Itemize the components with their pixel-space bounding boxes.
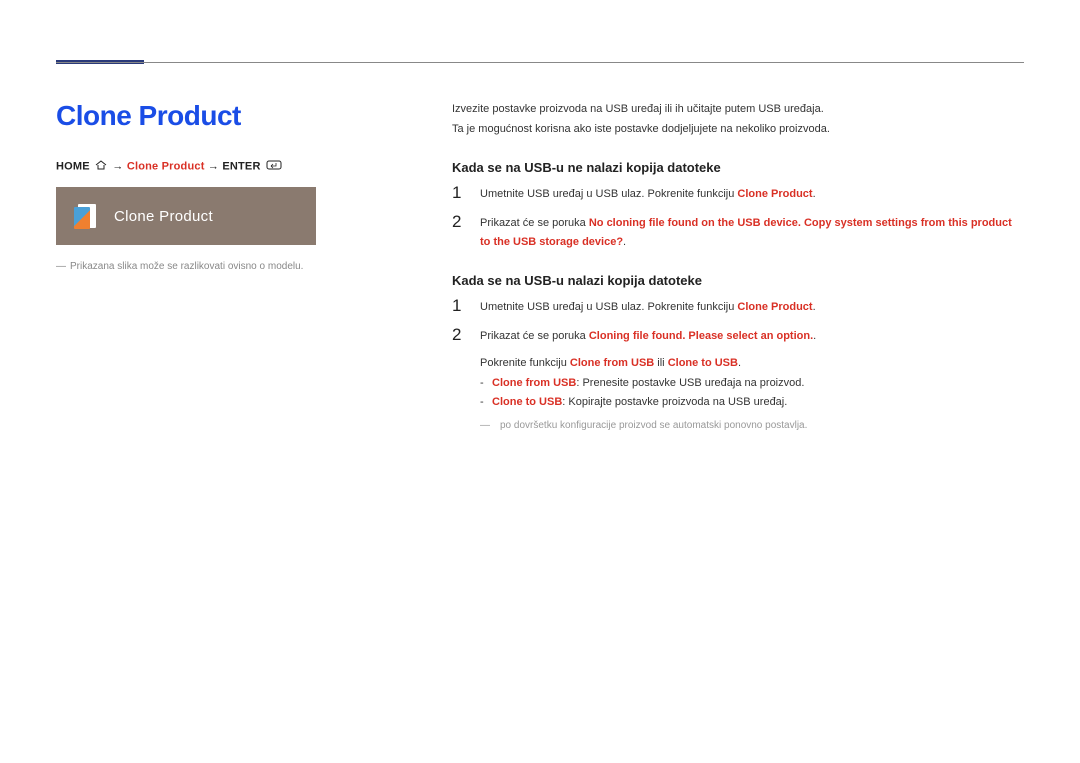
page-title: Clone Product: [56, 100, 346, 132]
breadcrumb-enter: ENTER: [222, 160, 260, 172]
top-horizontal-rule: [56, 62, 1024, 63]
breadcrumb-arrow-1: →: [112, 160, 123, 172]
intro-text: Izvezite postavke proizvoda na USB uređa…: [452, 100, 1024, 138]
right-column: Izvezite postavke proizvoda na USB uređa…: [452, 100, 1024, 435]
step-number-1: 1: [452, 183, 466, 204]
ui-mock-tile: Clone Product: [56, 187, 316, 245]
clone-product-icon: [74, 201, 100, 231]
step-number-2b: 2: [452, 325, 466, 346]
breadcrumb: HOME → Clone Product → ENTER: [56, 160, 346, 173]
breadcrumb-clone-product: Clone Product: [127, 160, 205, 172]
section1-step2: 2 Prikazat će se poruka No cloning file …: [452, 212, 1024, 251]
intro-line-2: Ta je mogućnost korisna ako iste postavk…: [452, 120, 1024, 139]
section2-bullet1: Clone from USB: Prenesite postavke USB u…: [480, 374, 1024, 394]
section2-heading: Kada se na USB-u nalazi kopija datoteke: [452, 273, 1024, 288]
breadcrumb-home: HOME: [56, 160, 90, 172]
section1-step1-body: Umetnite USB uređaj u USB ulaz. Pokrenit…: [480, 183, 816, 204]
left-column: Clone Product HOME → Clone Product → ENT…: [56, 100, 346, 272]
section1-step2-body: Prikazat će se poruka No cloning file fo…: [480, 212, 1024, 251]
section2-step1: 1 Umetnite USB uređaj u USB ulaz. Pokren…: [452, 296, 1024, 317]
section2-step2: 2 Prikazat će se poruka Cloning file fou…: [452, 325, 1024, 346]
intro-line-1: Izvezite postavke proizvoda na USB uređa…: [452, 100, 1024, 119]
breadcrumb-arrow-2: →: [208, 160, 219, 172]
section2-step1-body: Umetnite USB uređaj u USB ulaz. Pokrenit…: [480, 296, 816, 317]
step-number-1b: 1: [452, 296, 466, 317]
section1-heading: Kada se na USB-u ne nalazi kopija datote…: [452, 160, 1024, 175]
ui-mock-label: Clone Product: [114, 208, 213, 225]
section2-subline: Pokrenite funkciju Clone from USB ili Cl…: [480, 354, 1024, 374]
section1-step1: 1 Umetnite USB uređaj u USB ulaz. Pokren…: [452, 183, 1024, 204]
image-caption: Prikazana slika može se razlikovati ovis…: [56, 261, 346, 272]
step-number-2: 2: [452, 212, 466, 251]
section2-step2-body: Prikazat će se poruka Cloning file found…: [480, 325, 816, 346]
section2-note: po dovršetku konfiguracije proizvod se a…: [480, 417, 1024, 435]
home-icon: [95, 160, 107, 173]
section2-bullet2: Clone to USB: Kopirajte postavke proizvo…: [480, 393, 1024, 413]
enter-icon: [266, 160, 282, 173]
